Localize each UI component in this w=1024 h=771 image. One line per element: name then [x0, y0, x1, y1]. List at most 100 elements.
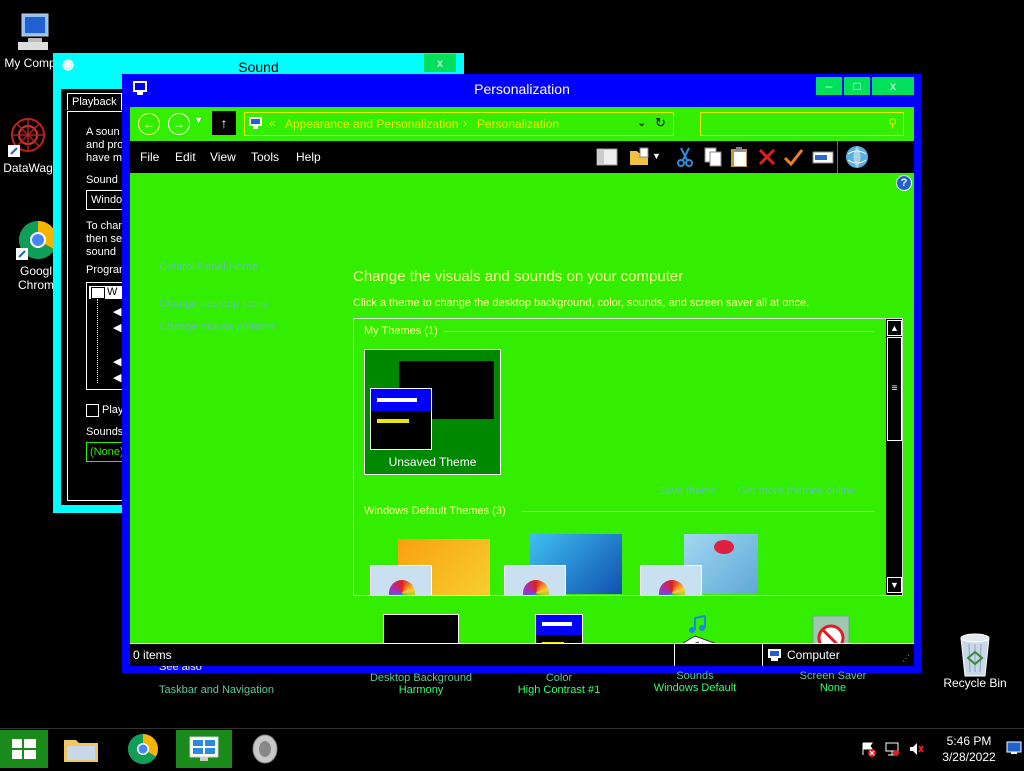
- sound-desc-2: and pro: [86, 139, 124, 151]
- taskbar-file-explorer[interactable]: [54, 730, 110, 768]
- chrome-icon: [14, 218, 58, 262]
- search-input[interactable]: ⚲: [700, 112, 904, 136]
- address-field[interactable]: « Appearance and Personalization › Perso…: [244, 112, 674, 136]
- scroll-up-button[interactable]: ▲: [887, 320, 902, 336]
- control-panel-home-link[interactable]: Control Panel Home: [159, 261, 258, 273]
- flower-icon: [714, 540, 734, 554]
- desktop-icon-label: DataWag: [3, 161, 53, 175]
- group-divider: [444, 331, 874, 332]
- scroll-down-button[interactable]: ▼: [887, 577, 902, 593]
- speaker-icon: ◀: [113, 356, 122, 368]
- folder-icon: [64, 740, 98, 762]
- delete-icon[interactable]: [756, 146, 778, 168]
- play-startup-label: Play: [102, 404, 124, 416]
- network-icon[interactable]: [884, 741, 900, 757]
- folder-options-dropdown-icon[interactable]: ▼: [652, 151, 661, 161]
- desktop-icon-datawag[interactable]: DataWag: [0, 115, 56, 175]
- sound-close-button[interactable]: x: [424, 54, 456, 72]
- close-button[interactable]: x: [872, 77, 914, 95]
- menu-file[interactable]: File: [140, 150, 159, 164]
- tab-playback[interactable]: Playback: [67, 93, 122, 110]
- copy-icon[interactable]: [702, 146, 724, 168]
- menu-bar: File Edit View Tools Help ▼: [130, 141, 914, 173]
- start-button[interactable]: [0, 730, 48, 768]
- theme-lines-colors[interactable]: [504, 534, 626, 595]
- folder-options-icon[interactable]: [628, 146, 650, 168]
- menu-edit[interactable]: Edit: [175, 150, 196, 164]
- themes-scrollbar[interactable]: ▲ ≡ ▼: [886, 319, 902, 595]
- menu-view[interactable]: View: [210, 150, 236, 164]
- theme-flowers[interactable]: [640, 534, 762, 595]
- themes-list[interactable]: My Themes (1) Unsaved Theme Save theme G…: [353, 318, 903, 596]
- desktop-icon-label: My Comp: [4, 56, 56, 70]
- content-area: ? Control Panel Home Change desktop icon…: [130, 173, 914, 696]
- theme-preview-bar: [377, 419, 409, 423]
- color-label: Color: [545, 672, 573, 684]
- clock[interactable]: 5:46 PM 3/28/2022: [936, 733, 1002, 765]
- forward-button[interactable]: →: [168, 113, 190, 135]
- theme-unsaved[interactable]: Unsaved Theme: [364, 349, 501, 475]
- play-startup-checkbox[interactable]: [86, 404, 99, 417]
- rename-icon[interactable]: [812, 146, 834, 168]
- computer-status-icon: [767, 648, 783, 662]
- desktop-icon-label: Recycle Bin: [943, 676, 1007, 690]
- layout-icon[interactable]: [596, 146, 618, 168]
- sound-desc-1: A soun: [86, 126, 120, 138]
- windows-logo-icon: [12, 739, 36, 759]
- action-center-icon[interactable]: [860, 741, 876, 757]
- status-bar: 0 items Computer ⋰: [130, 643, 914, 666]
- change-desktop-icons-link[interactable]: Change desktop icons: [159, 298, 268, 310]
- speaker-icon: [252, 734, 278, 764]
- show-desktop-icon[interactable]: [1006, 741, 1022, 755]
- page-subheading: Click a theme to change the desktop back…: [353, 297, 810, 309]
- resize-grip[interactable]: ⋰: [902, 654, 910, 663]
- menu-help[interactable]: Help: [296, 150, 321, 164]
- taskbar-sound[interactable]: [237, 730, 293, 768]
- up-button[interactable]: ↑: [212, 111, 236, 135]
- maximize-button[interactable]: □: [844, 77, 870, 95]
- save-theme-link[interactable]: Save theme: [658, 485, 717, 497]
- taskbar-control-panel[interactable]: [176, 730, 232, 768]
- sounds-value: Windows Default: [653, 682, 737, 694]
- taskbar-navigation-link[interactable]: Taskbar and Navigation: [159, 684, 274, 696]
- get-more-themes-link[interactable]: Get more themes online: [738, 485, 855, 497]
- search-icon: ⚲: [888, 116, 897, 130]
- recent-dropdown-icon[interactable]: ▼: [194, 115, 203, 125]
- program-events-label: Progran: [86, 264, 126, 276]
- speaker-icon: ◀: [113, 306, 122, 318]
- theme-windows[interactable]: [370, 539, 492, 595]
- screen-saver-label: Screen Saver: [799, 670, 867, 682]
- minimize-button[interactable]: –: [816, 77, 842, 95]
- breadcrumb-personalization[interactable]: Personalization: [477, 117, 559, 131]
- paste-icon[interactable]: [728, 146, 750, 168]
- tree-folder-icon: [91, 287, 105, 299]
- cut-icon[interactable]: [674, 146, 696, 168]
- my-themes-heading: My Themes (1): [364, 325, 438, 337]
- desktop-icon-recycle-bin[interactable]: Recycle Bin: [935, 630, 1015, 690]
- screen-saver-value: None: [819, 682, 847, 694]
- help-icon[interactable]: ?: [896, 175, 912, 191]
- menu-tools[interactable]: Tools: [251, 150, 279, 164]
- address-dropdown-icon[interactable]: ⌄: [637, 116, 646, 129]
- tree-item-label: W: [107, 286, 118, 298]
- status-divider: [762, 644, 763, 666]
- back-button[interactable]: ←: [138, 113, 160, 135]
- change-mouse-pointers-link[interactable]: Change mouse pointers: [159, 321, 276, 333]
- globe-icon[interactable]: [844, 144, 870, 170]
- desktop-icon-my-computer[interactable]: My Comp: [0, 10, 60, 70]
- breadcrumb-appearance[interactable]: Appearance and Personalization: [285, 117, 458, 131]
- color-value: High Contrast #1: [517, 684, 601, 696]
- speaker-icon: ◀: [113, 322, 122, 334]
- personalization-window[interactable]: Personalization – □ x ← → ▼ ↑ « Appearan…: [122, 74, 922, 696]
- check-icon[interactable]: [782, 146, 804, 168]
- taskbar-chrome[interactable]: [115, 730, 171, 768]
- sounds-label: Sounds: [86, 426, 124, 438]
- volume-muted-icon[interactable]: [908, 741, 924, 757]
- refresh-icon[interactable]: ↻: [655, 115, 666, 131]
- address-bar-row: ← → ▼ ↑ « Appearance and Personalization…: [130, 107, 914, 141]
- breadcrumb-prefix: «: [269, 116, 276, 130]
- theme-color-window: [370, 565, 432, 595]
- speaker-icon: ◀: [113, 372, 122, 384]
- scroll-thumb[interactable]: ≡: [887, 337, 902, 441]
- breadcrumb-separator: ›: [463, 116, 467, 130]
